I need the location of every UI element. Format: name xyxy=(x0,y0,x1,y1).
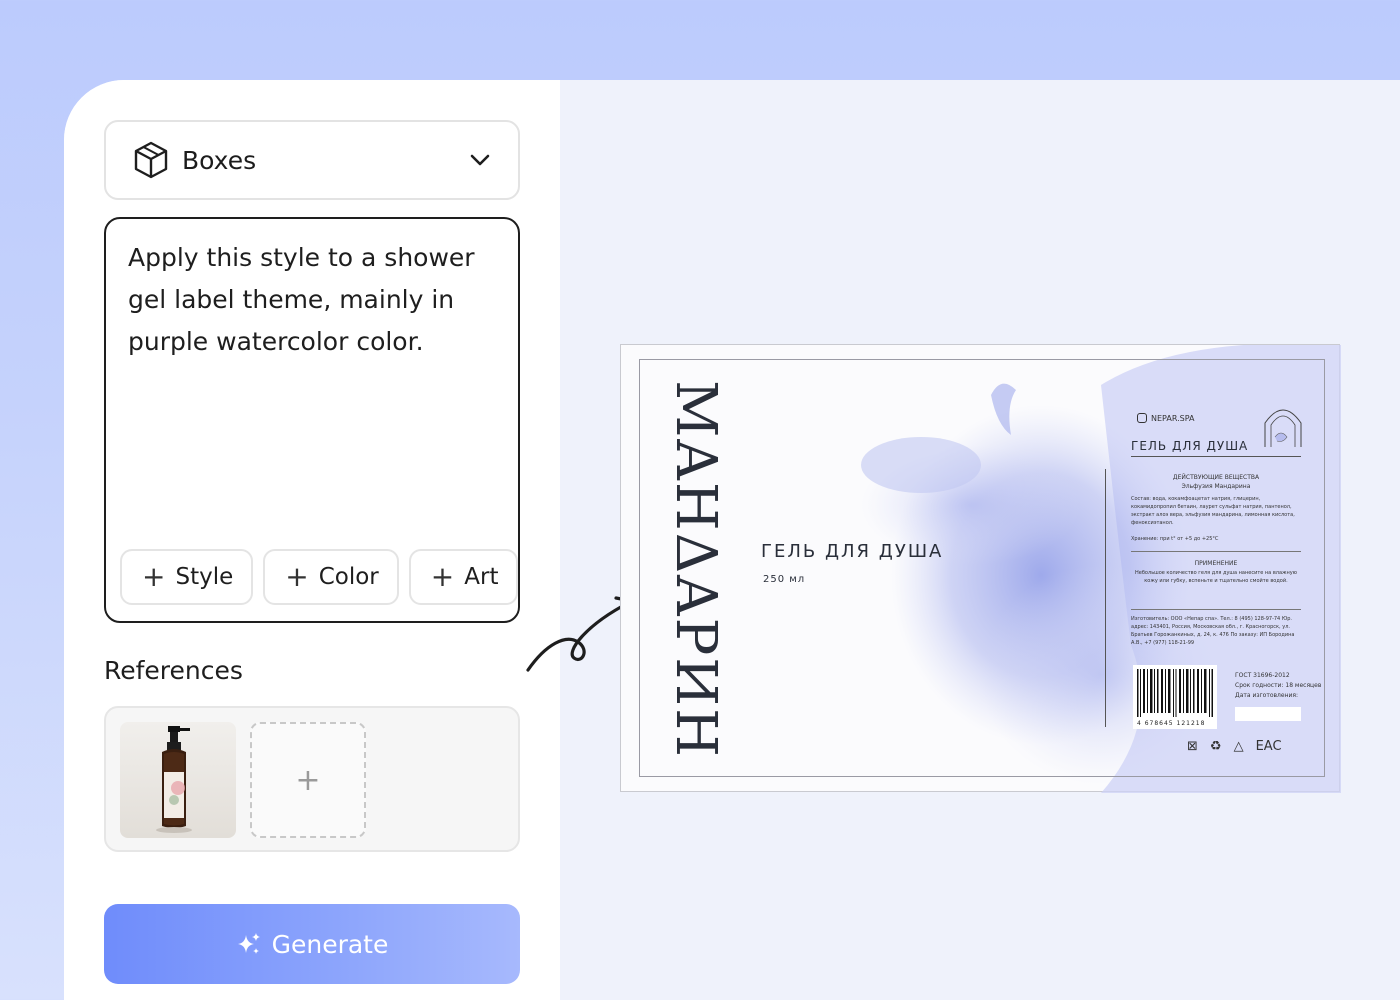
brand-text: NEPAR.SPA xyxy=(1151,414,1195,423)
instagram-icon xyxy=(1137,413,1147,423)
dropdown-value: Boxes xyxy=(182,145,257,175)
barcode-bars xyxy=(1137,669,1213,717)
gost-text: ГОСТ 31696-2012 xyxy=(1235,672,1290,679)
bottle-image xyxy=(156,726,192,833)
certification-marks: ⊠ ♻ △ EAC xyxy=(1187,739,1282,754)
label-border xyxy=(639,359,1325,777)
brand-handle: NEPAR.SPA xyxy=(1137,413,1195,423)
actives-title: ДЕЙСТВУЮЩИЕ ВЕЩЕСТВА xyxy=(1172,474,1260,481)
category-dropdown[interactable]: Boxes xyxy=(104,120,520,200)
chip-label: Style xyxy=(175,564,234,590)
vertical-title: ΜΑΗΔΑΡИΗ xyxy=(663,380,728,759)
prompt-text[interactable]: Apply this style to a shower gel label t… xyxy=(128,237,498,363)
prompt-textarea[interactable]: Apply this style to a shower gel label t… xyxy=(104,217,520,623)
right-title: ГЕЛЬ ДЛЯ ДУША xyxy=(1131,439,1301,457)
divider xyxy=(1131,551,1301,552)
label-subtitle: ГЕЛЬ ДЛЯ ДУША xyxy=(761,541,944,562)
chip-label: Art xyxy=(464,564,499,590)
divider xyxy=(1131,609,1301,610)
no-trash-icon: ⊠ xyxy=(1187,739,1198,754)
label-volume: 250 мл xyxy=(763,574,806,585)
storage-text: Хранение: при t° от +5 до +25°С xyxy=(1131,536,1219,542)
references-box: + xyxy=(104,706,520,852)
eac-mark: EAC xyxy=(1255,739,1282,754)
plus-icon: + xyxy=(142,560,166,593)
box-icon xyxy=(134,141,168,179)
generate-button[interactable]: Generate xyxy=(104,904,520,984)
date-field xyxy=(1235,707,1301,721)
chip-label: Color xyxy=(318,564,379,590)
divider-line xyxy=(1105,469,1106,727)
reference-thumbnail[interactable] xyxy=(120,722,236,838)
vertical-title-text: ΜΑΗΔΑΡИΗ xyxy=(662,379,728,759)
left-panel: Boxes Apply this style to a shower gel l… xyxy=(64,80,560,1000)
generate-label: Generate xyxy=(271,929,389,959)
plus-icon: + xyxy=(430,560,455,593)
gost-info: ГОСТ 31696-2012 Срок годности: 18 месяце… xyxy=(1235,671,1321,701)
usage-text: Небольшое количество геля для душа нанес… xyxy=(1135,570,1297,584)
barcode-digits: 4 678645 121218 xyxy=(1137,720,1206,727)
plus-icon: + xyxy=(285,560,309,593)
actives-sub: Эльфузия Мандарина xyxy=(1181,483,1251,490)
date-label: Дата изготовления: xyxy=(1235,692,1299,699)
add-reference-button[interactable]: + xyxy=(250,722,366,838)
sparkle-icon xyxy=(237,933,260,954)
app-window: Boxes Apply this style to a shower gel l… xyxy=(64,80,1400,1000)
barcode: 4 678645 121218 xyxy=(1133,665,1217,729)
composition-text: Состав: вода, кокамфоацетат натрия, глиц… xyxy=(1131,496,1295,526)
add-color-chip[interactable]: + Color xyxy=(263,549,399,605)
label-preview: ΜΑΗΔΑΡИΗ ГЕЛЬ ДЛЯ ДУША 250 мл NEPAR.SPA … xyxy=(620,344,1341,793)
prompt-chips: + Style + Color + Art xyxy=(120,549,519,605)
shelf-text: Срок годности: 18 месяцев xyxy=(1235,682,1322,689)
chevron-down-icon xyxy=(470,154,490,166)
add-style-chip[interactable]: + Style xyxy=(120,549,254,605)
usage-title: ПРИМЕНЕНИЕ xyxy=(1194,560,1238,567)
plus-icon: + xyxy=(295,762,321,798)
references-title: References xyxy=(104,656,243,685)
recycle-icon: ♻ xyxy=(1209,739,1222,754)
pet-icon: △ xyxy=(1233,739,1244,754)
maker-text: Изготовитель: ООО «Непар спа». Тел.: 8 (… xyxy=(1131,616,1295,646)
add-art-chip[interactable]: + Art xyxy=(408,549,519,605)
